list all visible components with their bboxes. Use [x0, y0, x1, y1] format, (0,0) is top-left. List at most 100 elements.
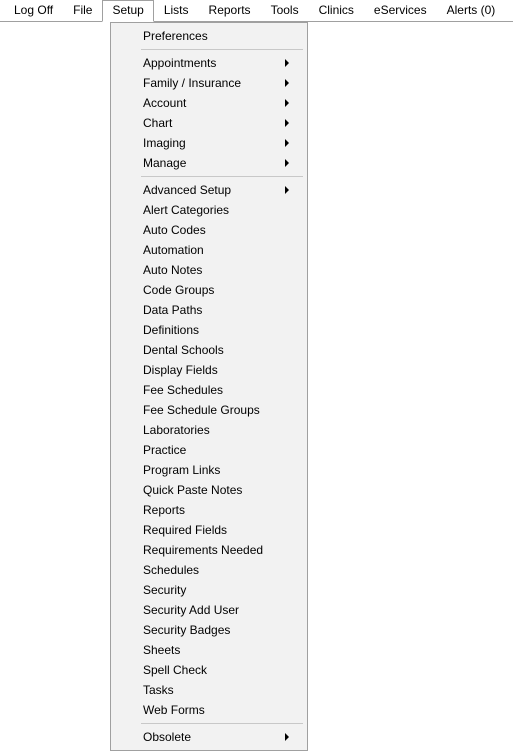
- menu-item-label: Laboratories: [143, 423, 210, 437]
- menu-item-alert-categories[interactable]: Alert Categories: [113, 200, 305, 220]
- menu-item-program-links[interactable]: Program Links: [113, 460, 305, 480]
- menu-label: Lists: [164, 3, 189, 17]
- menu-item-fee-schedules[interactable]: Fee Schedules: [113, 380, 305, 400]
- menu-clinics[interactable]: Clinics: [309, 0, 364, 22]
- menu-alerts[interactable]: Alerts (0): [437, 0, 506, 22]
- menu-label: Log Off: [14, 3, 53, 17]
- menu-tools[interactable]: Tools: [261, 0, 309, 22]
- separator: [141, 723, 303, 724]
- menu-item-data-paths[interactable]: Data Paths: [113, 300, 305, 320]
- menu-item-label: Display Fields: [143, 363, 218, 377]
- submenu-arrow-icon: [285, 159, 289, 167]
- menu-item-label: Account: [143, 96, 186, 110]
- menu-item-code-groups[interactable]: Code Groups: [113, 280, 305, 300]
- menu-label: Alerts (0): [447, 3, 496, 17]
- menu-item-laboratories[interactable]: Laboratories: [113, 420, 305, 440]
- menu-item-security-badges[interactable]: Security Badges: [113, 620, 305, 640]
- menu-item-label: Chart: [143, 116, 172, 130]
- menu-item-label: Tasks: [143, 683, 174, 697]
- menu-item-advanced-setup[interactable]: Advanced Setup: [113, 180, 305, 200]
- menu-item-imaging[interactable]: Imaging: [113, 133, 305, 153]
- menu-item-label: Program Links: [143, 463, 220, 477]
- menu-item-tasks[interactable]: Tasks: [113, 680, 305, 700]
- submenu-arrow-icon: [285, 733, 289, 741]
- menu-setup[interactable]: Setup: [102, 0, 153, 22]
- menu-item-label: Sheets: [143, 643, 180, 657]
- menu-item-family-insurance[interactable]: Family / Insurance: [113, 73, 305, 93]
- menu-item-label: Imaging: [143, 136, 186, 150]
- menu-item-label: Definitions: [143, 323, 199, 337]
- menu-item-label: Preferences: [143, 29, 208, 43]
- menu-item-label: Obsolete: [143, 730, 191, 744]
- menu-item-fee-schedule-groups[interactable]: Fee Schedule Groups: [113, 400, 305, 420]
- submenu-arrow-icon: [285, 59, 289, 67]
- menu-item-label: Reports: [143, 503, 185, 517]
- menu-item-label: Web Forms: [143, 703, 205, 717]
- menu-help[interactable]: Help: [505, 0, 513, 22]
- menu-label: eServices: [374, 3, 427, 17]
- menu-item-required-fields[interactable]: Required Fields: [113, 520, 305, 540]
- submenu-arrow-icon: [285, 186, 289, 194]
- menu-item-label: Data Paths: [143, 303, 202, 317]
- menu-item-display-fields[interactable]: Display Fields: [113, 360, 305, 380]
- menu-item-schedules[interactable]: Schedules: [113, 560, 305, 580]
- menu-item-web-forms[interactable]: Web Forms: [113, 700, 305, 720]
- menubar: Log Off File Setup Lists Reports Tools C…: [0, 0, 513, 22]
- menu-item-label: Auto Codes: [143, 223, 206, 237]
- menu-label: Clinics: [319, 3, 354, 17]
- submenu-arrow-icon: [285, 119, 289, 127]
- submenu-arrow-icon: [285, 79, 289, 87]
- menu-file[interactable]: File: [63, 0, 102, 22]
- menu-item-sheets[interactable]: Sheets: [113, 640, 305, 660]
- menu-item-label: Auto Notes: [143, 263, 202, 277]
- menu-item-label: Family / Insurance: [143, 76, 241, 90]
- menu-item-label: Schedules: [143, 563, 199, 577]
- menu-item-label: Security Add User: [143, 603, 239, 617]
- menu-reports[interactable]: Reports: [199, 0, 261, 22]
- menu-item-obsolete[interactable]: Obsolete: [113, 727, 305, 747]
- menu-lists[interactable]: Lists: [154, 0, 199, 22]
- submenu-arrow-icon: [285, 139, 289, 147]
- menu-label: File: [73, 3, 92, 17]
- menu-item-manage[interactable]: Manage: [113, 153, 305, 173]
- menu-item-label: Automation: [143, 243, 204, 257]
- menu-item-label: Dental Schools: [143, 343, 224, 357]
- menu-item-label: Security: [143, 583, 186, 597]
- menu-eservices[interactable]: eServices: [364, 0, 437, 22]
- menu-item-practice[interactable]: Practice: [113, 440, 305, 460]
- menu-label: Setup: [112, 3, 143, 17]
- menu-item-label: Advanced Setup: [143, 183, 231, 197]
- menu-item-chart[interactable]: Chart: [113, 113, 305, 133]
- menu-item-preferences[interactable]: Preferences: [113, 26, 305, 46]
- menu-item-security[interactable]: Security: [113, 580, 305, 600]
- menu-item-label: Required Fields: [143, 523, 227, 537]
- menu-item-label: Security Badges: [143, 623, 230, 637]
- separator: [141, 49, 303, 50]
- menu-item-reports[interactable]: Reports: [113, 500, 305, 520]
- menu-item-requirements-needed[interactable]: Requirements Needed: [113, 540, 305, 560]
- menu-item-label: Code Groups: [143, 283, 214, 297]
- menu-item-auto-codes[interactable]: Auto Codes: [113, 220, 305, 240]
- submenu-arrow-icon: [285, 99, 289, 107]
- menu-item-dental-schools[interactable]: Dental Schools: [113, 340, 305, 360]
- menu-log-off[interactable]: Log Off: [4, 0, 63, 22]
- menu-item-label: Spell Check: [143, 663, 207, 677]
- menu-item-label: Alert Categories: [143, 203, 229, 217]
- menu-item-spell-check[interactable]: Spell Check: [113, 660, 305, 680]
- menu-item-label: Practice: [143, 443, 186, 457]
- menu-item-quick-paste-notes[interactable]: Quick Paste Notes: [113, 480, 305, 500]
- menu-item-auto-notes[interactable]: Auto Notes: [113, 260, 305, 280]
- menu-item-label: Appointments: [143, 56, 216, 70]
- menu-item-account[interactable]: Account: [113, 93, 305, 113]
- menu-item-appointments[interactable]: Appointments: [113, 53, 305, 73]
- menu-label: Reports: [209, 3, 251, 17]
- menu-item-label: Quick Paste Notes: [143, 483, 242, 497]
- setup-dropdown: Preferences Appointments Family / Insura…: [110, 22, 308, 751]
- separator: [141, 176, 303, 177]
- menu-label: Tools: [271, 3, 299, 17]
- menu-item-label: Fee Schedule Groups: [143, 403, 260, 417]
- menu-item-security-add-user[interactable]: Security Add User: [113, 600, 305, 620]
- menu-item-definitions[interactable]: Definitions: [113, 320, 305, 340]
- menu-item-label: Fee Schedules: [143, 383, 223, 397]
- menu-item-automation[interactable]: Automation: [113, 240, 305, 260]
